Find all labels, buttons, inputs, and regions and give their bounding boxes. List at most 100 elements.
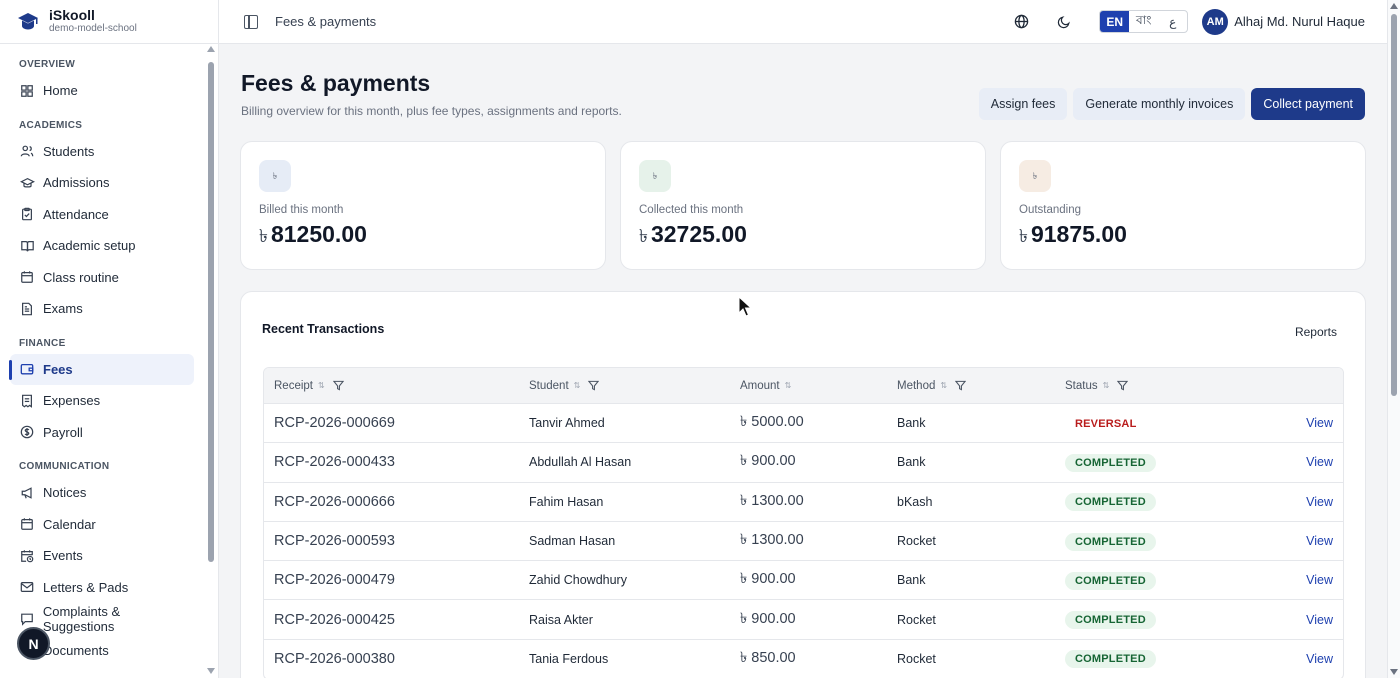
payment-method: Rocket <box>897 651 936 666</box>
amount: ৳ 900.00 <box>740 610 796 627</box>
filter-icon[interactable] <box>955 380 967 391</box>
sidebar-item-label: Calendar <box>43 516 96 532</box>
column-status[interactable]: Status ⇅ <box>1065 380 1273 392</box>
amount: ৳ 5000.00 <box>740 414 804 431</box>
page-subtitle: Billing overview for this month, plus fe… <box>241 104 622 118</box>
view-link[interactable]: View <box>1306 534 1333 548</box>
dollar-circle-icon <box>19 424 35 440</box>
sidebar-item-events[interactable]: Events <box>0 540 194 572</box>
currency-symbol: ৳ <box>639 226 648 246</box>
table-row: RCP-2026-000425 Raisa Akter ৳ 900.00 Roc… <box>264 600 1343 640</box>
page-scroll-thumb[interactable] <box>1391 14 1397 396</box>
filter-icon[interactable] <box>1117 380 1129 391</box>
view-link[interactable]: View <box>1306 495 1333 509</box>
sidebar-item-payroll[interactable]: Payroll <box>0 417 194 449</box>
scroll-up-icon[interactable] <box>1390 3 1398 9</box>
sidebar-item-label: Admissions <box>43 175 110 191</box>
sort-icon[interactable]: ⇅ <box>574 381 581 390</box>
sidebar-item-expenses[interactable]: Expenses <box>0 385 194 417</box>
language-switcher: EN বাং ع <box>1099 10 1189 33</box>
mouse-cursor-icon <box>738 296 753 317</box>
graduation-cap-icon <box>19 175 35 191</box>
moon-icon[interactable] <box>1056 14 1072 30</box>
view-link[interactable]: View <box>1306 573 1333 587</box>
megaphone-icon <box>19 485 35 501</box>
sidebar-item-class-routine[interactable]: Class routine <box>0 262 194 294</box>
receipt-number: RCP-2026-000433 <box>274 454 395 471</box>
graduation-cap-logo-icon <box>16 10 40 34</box>
amount: ৳ 1300.00 <box>740 492 804 509</box>
sidebar-item-students[interactable]: Students <box>0 136 194 168</box>
receipt-number: RCP-2026-000666 <box>274 493 395 510</box>
sidebar: iSkooll demo-model-school OVERVIEW Home AC… <box>0 0 219 678</box>
payment-method: Rocket <box>897 534 936 549</box>
sidebar-nav: OVERVIEW Home ACADEMICS Students Admissions A… <box>0 44 218 666</box>
sidebar-item-academic-setup[interactable]: Academic setup <box>0 230 194 262</box>
sidebar-item-label: Class routine <box>43 269 119 285</box>
scroll-down-icon[interactable] <box>207 668 215 674</box>
stat-amount: 81250.00 <box>270 221 367 247</box>
sort-icon[interactable]: ⇅ <box>318 381 325 390</box>
payment-method: Bank <box>897 455 926 470</box>
status-badge: COMPLETED <box>1065 493 1156 512</box>
student-name: Raisa Akter <box>529 612 593 627</box>
sidebar-item-fees[interactable]: Fees <box>9 353 194 385</box>
grid-icon <box>19 83 35 99</box>
scroll-down-icon[interactable] <box>1390 669 1398 675</box>
sidebar-item-notices[interactable]: Notices <box>0 477 194 509</box>
avatar[interactable]: AM <box>1202 8 1229 35</box>
globe-icon[interactable] <box>1013 14 1029 30</box>
sidebar-item-label: Complaints & Suggestions <box>42 603 121 634</box>
sort-icon[interactable]: ⇅ <box>940 381 947 390</box>
view-link[interactable]: View <box>1306 416 1333 430</box>
sidebar-toggle-icon[interactable] <box>244 14 258 29</box>
column-amount[interactable]: Amount ⇅ <box>740 380 897 392</box>
sidebar-item-calendar[interactable]: Calendar <box>0 509 194 541</box>
taka-icon: ৳ <box>259 160 291 192</box>
user-name[interactable]: Alhaj Md. Nurul Haque <box>1234 14 1365 29</box>
student-name: Tania Ferdous <box>529 651 609 666</box>
language-option[interactable]: ع <box>1158 11 1187 32</box>
generate-invoices-button[interactable]: Generate monthly invoices <box>1073 88 1246 120</box>
column-label: Amount <box>740 379 780 392</box>
view-link[interactable]: View <box>1306 652 1333 666</box>
brand-subtitle: demo-model-school <box>49 23 137 34</box>
stat-label: Outstanding <box>1019 204 1082 216</box>
brand[interactable]: iSkooll demo-model-school <box>0 0 218 44</box>
status-badge: COMPLETED <box>1065 453 1156 472</box>
view-link[interactable]: View <box>1306 613 1333 627</box>
sidebar-item-attendance[interactable]: Attendance <box>0 199 194 231</box>
filter-icon[interactable] <box>588 380 600 391</box>
currency-symbol: ৳ <box>259 226 268 246</box>
scroll-up-icon[interactable] <box>207 46 215 52</box>
calendar-icon <box>19 516 35 532</box>
nav-section-finance: FINANCE <box>19 337 66 349</box>
column-receipt[interactable]: Receipt ⇅ <box>264 380 529 392</box>
sidebar-scroll-thumb[interactable] <box>208 62 214 562</box>
collect-payment-button[interactable]: Collect payment <box>1251 88 1365 120</box>
reports-link[interactable]: Reports <box>1295 325 1337 339</box>
page-scrollbar[interactable] <box>1387 0 1400 678</box>
card-title: Recent Transactions <box>262 322 385 336</box>
sidebar-item-home[interactable]: Home <box>0 75 194 107</box>
sidebar-item-letters-pads[interactable]: Letters & Pads <box>0 572 194 604</box>
sort-icon[interactable]: ⇅ <box>785 381 792 390</box>
column-method[interactable]: Method ⇅ <box>897 380 1065 392</box>
view-link[interactable]: View <box>1306 455 1333 469</box>
main-content: Fees & payments Billing overview for thi… <box>219 45 1387 678</box>
language-option[interactable]: বাং <box>1129 11 1158 32</box>
table-row: RCP-2026-000593 Sadman Hasan ৳ 1300.00 R… <box>264 522 1343 562</box>
message-icon <box>19 611 35 627</box>
filter-icon[interactable] <box>332 380 344 391</box>
language-option[interactable]: EN <box>1100 11 1130 32</box>
status-badge: COMPLETED <box>1065 571 1156 590</box>
sidebar-scrollbar[interactable] <box>206 46 215 676</box>
users-icon <box>19 143 35 159</box>
sort-icon[interactable]: ⇅ <box>1103 381 1110 390</box>
sidebar-item-admissions[interactable]: Admissions <box>0 167 194 199</box>
assign-fees-button[interactable]: Assign fees <box>978 88 1068 120</box>
dev-tools-badge[interactable]: N <box>17 627 50 660</box>
sidebar-item-exams[interactable]: Exams <box>0 293 194 325</box>
status-badge: REVERSAL <box>1075 417 1137 430</box>
column-student[interactable]: Student ⇅ <box>529 380 740 392</box>
